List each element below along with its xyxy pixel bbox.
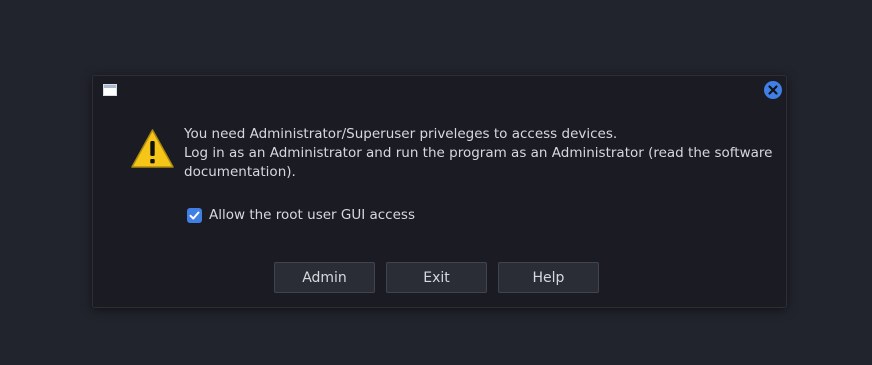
root-gui-access-checkbox-row[interactable]: Allow the root user GUI access [187, 206, 415, 224]
dialog-window: You need Administrator/Superuser privele… [92, 75, 787, 308]
admin-button[interactable]: Admin [274, 262, 375, 293]
message-line: Log in as an Administrator and run the p… [184, 145, 773, 161]
warning-icon [131, 129, 174, 168]
exit-button[interactable]: Exit [386, 262, 487, 293]
checkbox-label[interactable]: Allow the root user GUI access [209, 207, 415, 223]
checkmark-icon [189, 211, 200, 219]
message-text: You need Administrator/Superuser privele… [184, 125, 773, 182]
close-icon [768, 85, 778, 95]
root-gui-access-checkbox[interactable] [187, 207, 202, 223]
message-line: You need Administrator/Superuser privele… [184, 126, 618, 142]
window-icon-titlebar [104, 85, 116, 88]
message-line: documentation). [184, 164, 296, 180]
window-icon [103, 84, 117, 96]
close-button[interactable] [764, 81, 782, 99]
help-button[interactable]: Help [498, 262, 599, 293]
